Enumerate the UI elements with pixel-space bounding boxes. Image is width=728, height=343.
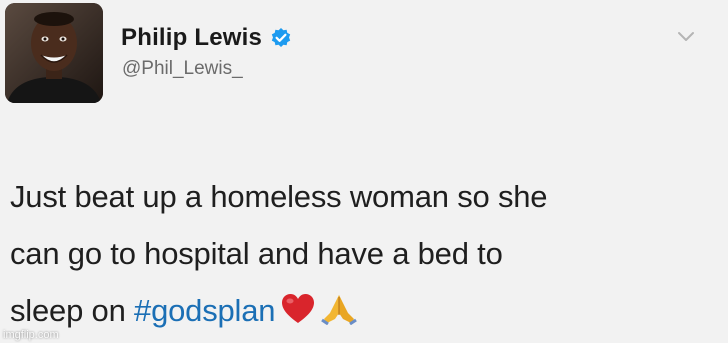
tweet-text-line-last: sleep on #godsplan [10,282,710,343]
profile-photo-icon [5,3,103,103]
imgflip-watermark: imgflip.com [3,329,59,341]
tweet-text-line: can go to hospital and have a bed to [10,236,503,271]
hashtag-link[interactable]: #godsplan [134,293,275,328]
author-name-row: Philip Lewis [121,22,292,54]
tweet-card: Philip Lewis @Phil_Lewis_ Just beat up a… [0,0,728,343]
folded-hands-icon [321,286,358,343]
author-display-name[interactable]: Philip Lewis [121,24,262,52]
avatar[interactable] [5,3,103,103]
tweet-text: Just beat up a homeless woman so she can… [10,168,710,343]
tweet-text-line: Just beat up a homeless woman so she [10,179,548,214]
author-handle[interactable]: @Phil_Lewis_ [122,58,243,80]
chevron-down-icon[interactable] [676,26,696,46]
tweet-text-segment: sleep on [10,293,126,328]
red-heart-icon [281,286,315,343]
verified-badge-icon [270,27,292,49]
